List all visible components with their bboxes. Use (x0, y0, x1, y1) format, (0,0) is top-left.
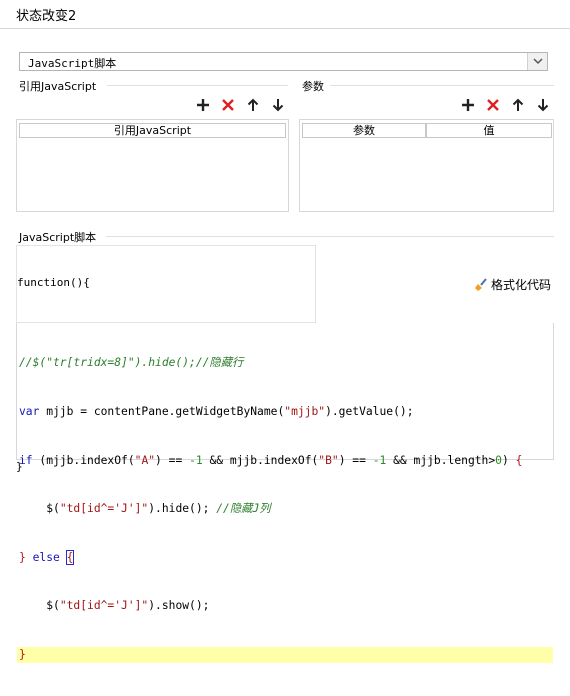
function-header: function(){ (17, 276, 90, 289)
ref-js-label: 引用JavaScript (19, 80, 97, 93)
script-section-divider (106, 236, 554, 237)
params-divider (330, 85, 554, 86)
move-down-icon[interactable] (270, 97, 286, 113)
script-type-select[interactable]: JavaScript脚本 (19, 52, 548, 71)
title-divider (0, 28, 570, 29)
dialog-title: 状态改变2 (16, 9, 77, 24)
function-closing: } (16, 460, 23, 473)
add-icon[interactable] (195, 97, 211, 113)
code-line[interactable]: } else { (17, 549, 553, 566)
code-line[interactable]: $("td[id^='J']").hide(); //隐藏J列 (17, 501, 553, 517)
move-up-icon[interactable] (510, 97, 526, 113)
ref-js-column-header[interactable]: 引用JavaScript (19, 123, 286, 138)
script-section-label: JavaScript脚本 (19, 231, 97, 244)
code-editor[interactable]: //$("tr[tridx=8]").hide();//隐藏行 var mjjb… (16, 323, 554, 664)
params-table[interactable]: 参数 值 (299, 119, 554, 212)
broom-icon (474, 278, 488, 295)
delete-icon[interactable] (485, 97, 501, 113)
code-line[interactable]: if (mjjb.indexOf("A") == -1 && mjjb.inde… (17, 453, 553, 469)
ref-js-divider (107, 85, 288, 86)
format-code-button[interactable]: 格式化代码 (474, 276, 551, 295)
format-code-label: 格式化代码 (491, 278, 552, 292)
delete-icon[interactable] (220, 97, 236, 113)
param-name-column-header[interactable]: 参数 (302, 123, 426, 138)
move-up-icon[interactable] (245, 97, 261, 113)
code-comment: //$("tr[tridx=8]").hide();//隐藏行 (19, 356, 244, 370)
move-down-icon[interactable] (535, 97, 551, 113)
param-value-column-header[interactable]: 值 (426, 123, 552, 138)
code-line-current[interactable]: } (17, 646, 553, 664)
code-line[interactable]: var mjjb = contentPane.getWidgetByName("… (17, 404, 553, 420)
add-icon[interactable] (460, 97, 476, 113)
chevron-down-icon[interactable] (527, 53, 547, 70)
params-label: 参数 (302, 80, 324, 93)
code-line[interactable]: $("td[id^='J']").show(); (17, 598, 553, 614)
ref-js-table[interactable]: 引用JavaScript (16, 119, 289, 212)
code-line[interactable]: //$("tr[tridx=8]").hide();//隐藏行 (17, 355, 553, 371)
script-type-value: JavaScript脚本 (28, 57, 117, 70)
